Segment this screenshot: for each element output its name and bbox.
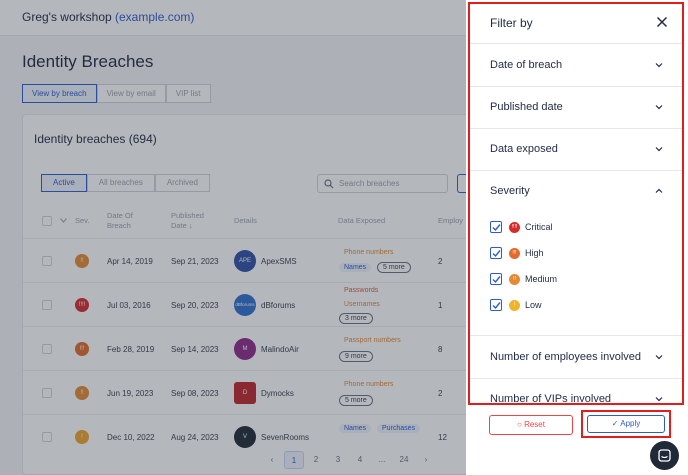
chevron-up-icon[interactable]: [654, 186, 664, 196]
severity-dot: !: [509, 299, 520, 311]
filter-panel-highlight: Filter by Date of breach Published date …: [468, 2, 684, 405]
severity-label: Low: [525, 300, 542, 310]
severity-option-low[interactable]: ! Low: [490, 297, 542, 313]
chat-icon: [658, 449, 671, 462]
section-label: Published date: [490, 101, 563, 113]
chevron-down-icon[interactable]: [654, 394, 664, 404]
filter-section-severity: Severity !!!! Critical !!! High !! Mediu…: [470, 171, 682, 336]
severity-dot: !!: [509, 273, 520, 285]
check-icon: [492, 276, 501, 284]
filter-section-employees[interactable]: Number of employees involved: [470, 337, 682, 379]
chevron-down-icon[interactable]: [654, 102, 664, 112]
filter-section-date-of-breach[interactable]: Date of breach: [470, 45, 682, 87]
severity-option-high[interactable]: !!! High: [490, 245, 544, 261]
severity-option-medium[interactable]: !! Medium: [490, 271, 557, 287]
severity-checkbox[interactable]: [490, 273, 502, 285]
drawer-title: Filter by: [490, 16, 533, 30]
severity-label: High: [525, 248, 544, 258]
section-label: Data exposed: [490, 143, 558, 155]
apply-button-highlight: ✓ Apply: [581, 410, 671, 438]
modal-overlay[interactable]: [0, 0, 466, 475]
severity-option-critical[interactable]: !!!! Critical: [490, 219, 553, 235]
filter-section-vips[interactable]: Number of VIPs involved: [470, 379, 682, 405]
severity-label: Critical: [525, 222, 553, 232]
check-icon: [492, 224, 501, 232]
section-label[interactable]: Severity: [490, 185, 530, 197]
filter-drawer: Filter by Date of breach Published date …: [466, 0, 688, 475]
filter-section-data-exposed[interactable]: Data exposed: [470, 129, 682, 171]
section-label: Date of breach: [490, 59, 563, 71]
chat-launcher[interactable]: [650, 441, 679, 470]
severity-label: Medium: [525, 274, 558, 284]
chevron-down-icon[interactable]: [654, 144, 664, 154]
chevron-down-icon[interactable]: [654, 60, 664, 70]
reset-button[interactable]: ○ Reset: [489, 415, 573, 435]
check-icon: [492, 250, 501, 258]
severity-checkbox[interactable]: [490, 247, 502, 259]
close-icon[interactable]: [656, 16, 668, 28]
section-label: Number of VIPs involved: [490, 393, 612, 405]
apply-button[interactable]: ✓ Apply: [587, 415, 665, 433]
chevron-down-icon[interactable]: [654, 352, 664, 362]
section-label: Number of employees involved: [490, 351, 642, 363]
severity-checkbox[interactable]: [490, 221, 502, 233]
severity-dot: !!!: [509, 247, 520, 259]
filter-section-published-date[interactable]: Published date: [470, 87, 682, 129]
severity-dot: !!!!: [509, 221, 520, 233]
severity-checkbox[interactable]: [490, 299, 502, 311]
drawer-header: Filter by: [470, 4, 682, 44]
check-icon: [492, 302, 501, 310]
